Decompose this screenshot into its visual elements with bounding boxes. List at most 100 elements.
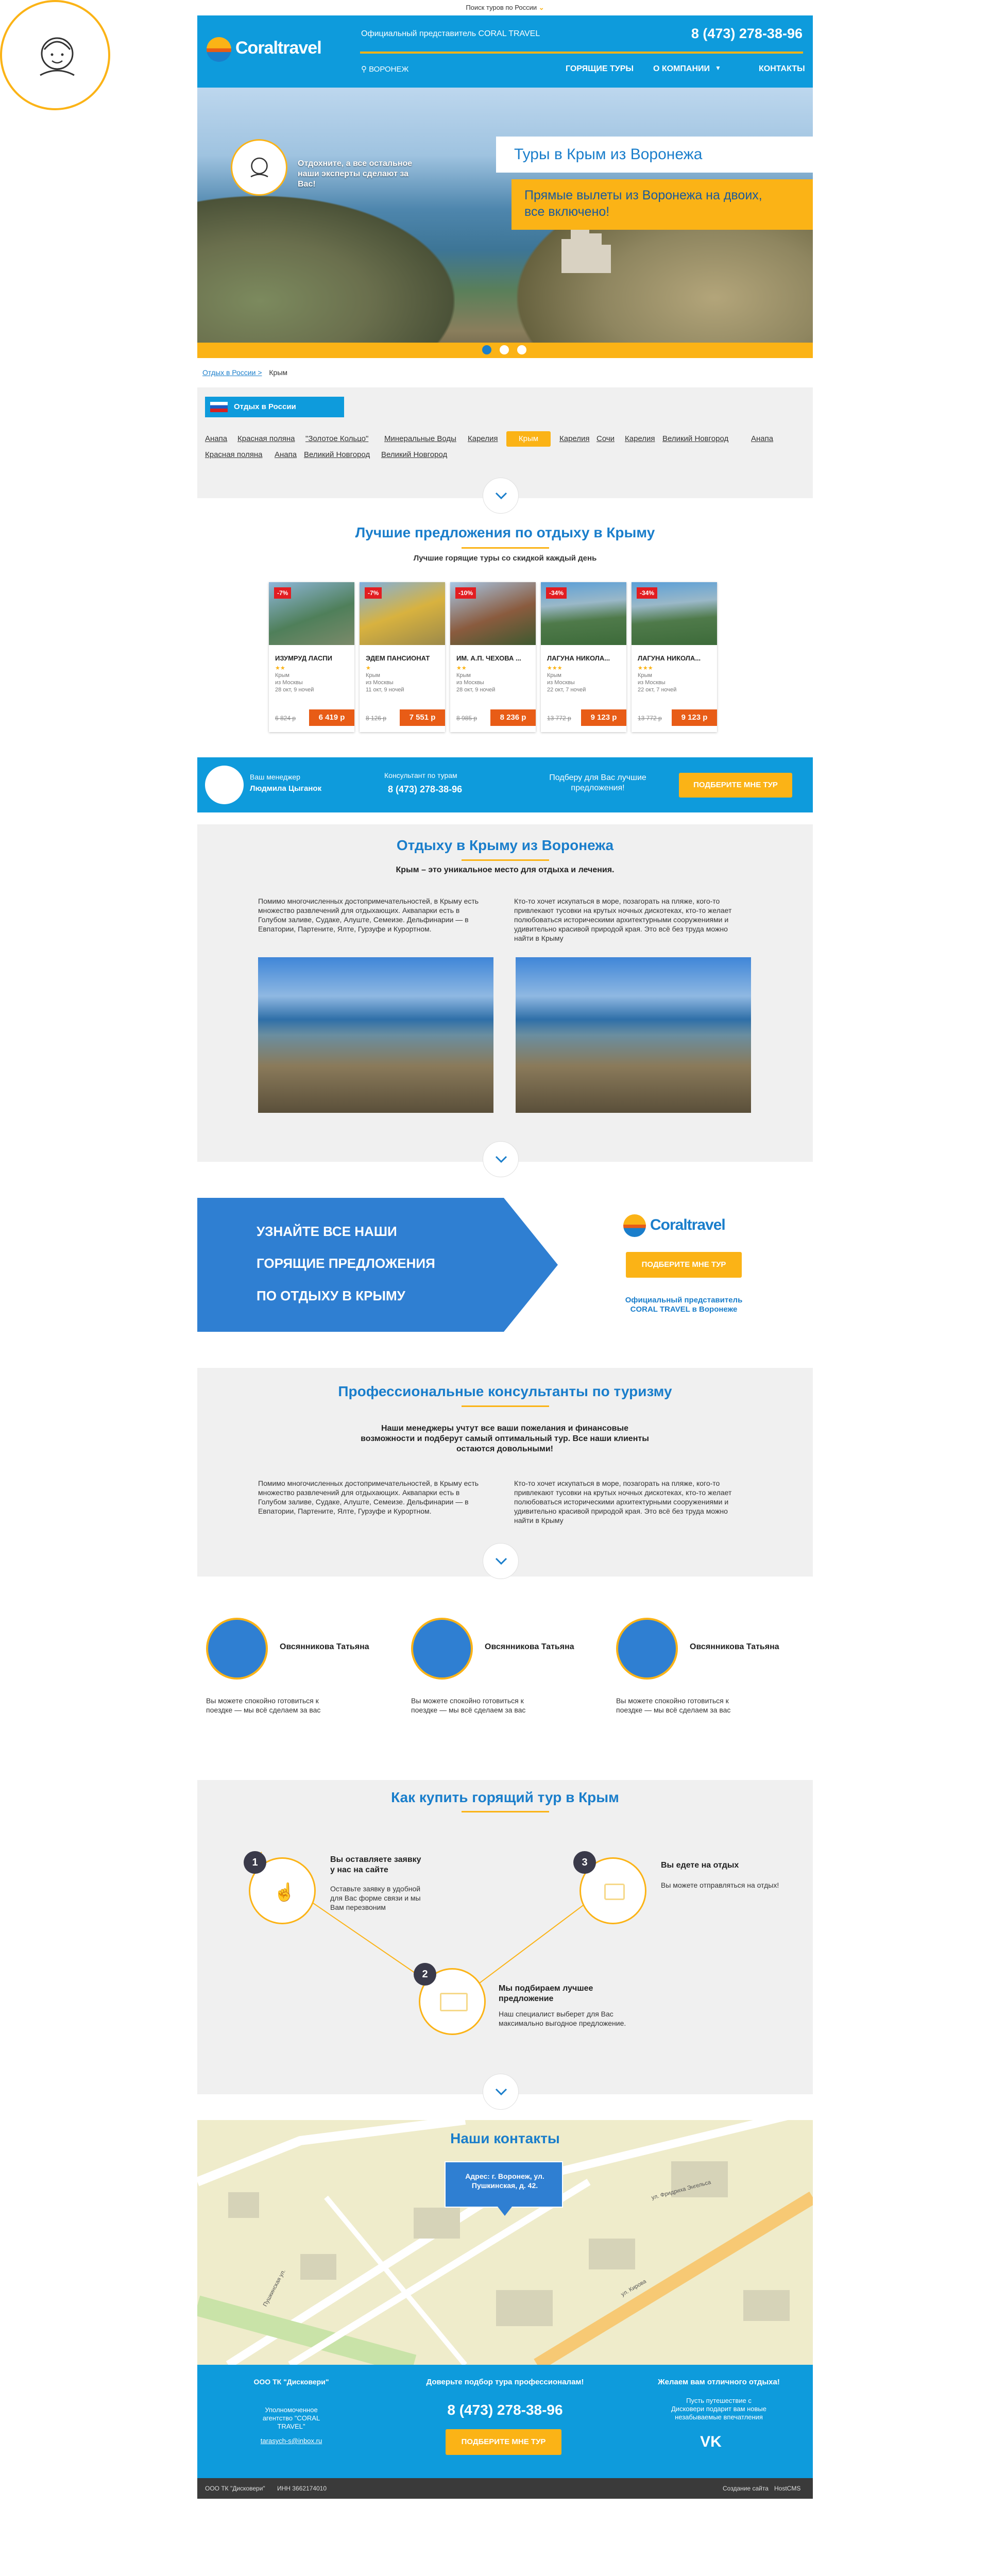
person-name: Овсянникова Татьяна (690, 1642, 779, 1651)
hotel-departure: из Москвы (638, 680, 666, 686)
price-tag[interactable]: 9 123 р (581, 709, 626, 726)
price-tag[interactable]: 6 419 р (309, 709, 354, 726)
footer-wish-text: Пусть путешествие с Дисковери подарит ва… (671, 2397, 767, 2421)
monitor-icon (440, 1993, 468, 2011)
manager-phone[interactable]: 8 (473) 278-38-96 (388, 784, 462, 795)
chevron-down-icon (495, 492, 507, 500)
nav-hot-tours[interactable]: ГОРЯЩИЕ ТУРЫ (566, 64, 634, 74)
footer-agency: Уполномоченное агентство "CORAL TRAVEL" (262, 2406, 320, 2430)
filter-tag[interactable]: Великий Новгород (304, 450, 370, 459)
vk-icon[interactable]: VK (693, 2432, 729, 2452)
hero-title: Туры в Крым из Воронежа (514, 146, 703, 163)
offer-card[interactable]: -34% ЛАГУНА НИКОЛА... ★★★ Крым из Москвы 2… (541, 582, 626, 732)
filter-tag[interactable]: Карелия (559, 434, 590, 443)
hotel-dates: 28 окт, 9 ночей (456, 687, 496, 693)
breadcrumb: Отдых в России > Крым (202, 368, 287, 377)
logo-text: Coraltravel (235, 38, 322, 58)
filter-tag[interactable]: "Золотое Кольцо" (305, 434, 368, 443)
old-price: 13 772 р (547, 715, 571, 722)
discount-badge: -34% (637, 587, 658, 599)
logo-icon (207, 37, 231, 62)
footer-phone[interactable]: 8 (473) 278-38-96 (385, 2402, 625, 2418)
slider-dot-2[interactable] (500, 345, 509, 354)
header-divider (360, 52, 803, 54)
offer-card[interactable]: -7% ИЗУМРУД ЛАСПИ ★★ Крым из Москвы 28 окт… (269, 582, 354, 732)
filter-tag-active[interactable]: Крым (506, 431, 551, 447)
floating-consultant-badge[interactable] (0, 0, 110, 110)
top-search-label: Поиск туров по России (466, 4, 537, 11)
price-tag[interactable]: 9 123 р (672, 709, 717, 726)
offers-title: Лучшие предложения по отдыху в Крыму (355, 524, 655, 540)
promo-logo: Coraltravel (623, 1213, 747, 1239)
old-price: 8 985 р (456, 715, 478, 722)
about-text-left: Помимо многочисленных достопримечательно… (258, 897, 479, 933)
header-phone[interactable]: 8 (473) 278-38-96 (691, 26, 803, 42)
hotel-region: Крым (456, 672, 471, 679)
manager-avatar (205, 766, 244, 804)
breadcrumb-home[interactable]: Отдых в России > (202, 368, 262, 377)
price-tag[interactable]: 8 236 р (490, 709, 536, 726)
manager-label: Ваш менеджер (250, 773, 300, 781)
promo-line-1: УЗНАЙТЕ ВСЕ НАШИ (257, 1224, 397, 1239)
hero-consult-badge[interactable] (231, 139, 287, 196)
pick-tour-button[interactable]: ПОДБЕРИТЕ МНЕ ТУР (679, 773, 792, 798)
about-text-right: Кто-то хочет искупаться в море, позагора… (514, 897, 732, 942)
hotel-region: Крым (638, 672, 652, 679)
filter-tag[interactable]: Красная поляна (205, 450, 262, 459)
footer-email[interactable]: tarasych-s@inbox.ru (197, 2437, 385, 2445)
old-price: 8 126 р (366, 715, 387, 722)
filter-tag[interactable]: Сочи (596, 434, 615, 443)
filter-tag[interactable]: Анапа (751, 434, 773, 443)
offer-card[interactable]: -7% ЭДЕМ ПАНСИОНАТ ★ Крым из Москвы 11 окт… (360, 582, 445, 732)
filter-tag[interactable]: Карелия (625, 434, 655, 443)
official-rep: Официальный представитель CORAL TRAVEL (361, 29, 540, 38)
nav-contacts[interactable]: КОНТАКТЫ (759, 64, 805, 74)
filter-tag[interactable]: Великий Новгород (662, 434, 728, 443)
site-header: Coraltravel Официальный представитель CO… (197, 15, 813, 88)
about-subtitle: Крым – это уникальное место для отдыха и… (396, 866, 615, 874)
footer-pick-tour-button[interactable]: ПОДБЕРИТЕ МНЕ ТУР (446, 2429, 561, 2455)
hotel-departure: из Москвы (547, 680, 575, 686)
address-text: Адрес: г. Воронеж, ул. Пушкинская, д. 42… (465, 2172, 544, 2190)
offer-card[interactable]: -34% ЛАГУНА НИКОЛА... ★★★ Крым из Москвы 2… (632, 582, 717, 732)
slider-dot-3[interactable] (517, 345, 526, 354)
address-box[interactable]: Адрес: г. Воронеж, ул. Пушкинская, д. 42… (445, 2161, 563, 2208)
map[interactable]: Пушкинская ул. ул. Кирова ул. Фридриха Э… (197, 2120, 813, 2365)
hero-title-box: Туры в Крым из Воронежа (496, 137, 813, 173)
nav-about[interactable]: О КОМПАНИИ (653, 64, 710, 74)
offer-card[interactable]: -10% ИМ. А.П. ЧЕХОВА ... ★★ Крым из Москв… (450, 582, 536, 732)
city-selector[interactable]: ⚲ ВОРОНЕЖ (361, 64, 408, 74)
hotel-dates: 11 окт, 9 ночей (366, 687, 404, 693)
filters-title-bar: Отдых в России (205, 397, 344, 417)
hotel-departure: из Москвы (456, 680, 484, 686)
filter-tag[interactable]: Великий Новгород (381, 450, 447, 459)
old-price: 13 772 р (638, 715, 662, 722)
scroll-down-button[interactable] (483, 1543, 519, 1579)
top-search-bar[interactable]: Поиск туров по России ⌄ (197, 0, 813, 15)
footer-trust: Доверьте подбор тура профессионалам! (426, 2378, 584, 2386)
promo-line-2: ГОРЯЩИЕ ПРЕДЛОЖЕНИЯ (257, 1256, 435, 1271)
logo[interactable]: Coraltravel (207, 35, 322, 66)
filter-tag[interactable]: Минеральные Воды (384, 434, 456, 443)
discount-badge: -7% (274, 587, 292, 599)
chevron-down-icon: ⌄ (538, 4, 544, 11)
promo-pick-tour-button[interactable]: ПОДБЕРИТЕ МНЕ ТУР (626, 1252, 742, 1278)
person-text: Вы можете спокойно готовиться к поездке … (616, 1697, 731, 1714)
consultant-person: Овсянникова Татьяна Вы можете спокойно г… (616, 1618, 786, 1721)
slider-dot-1[interactable] (482, 345, 491, 354)
hotel-stars: ★★ (275, 665, 285, 671)
scroll-down-button[interactable] (483, 478, 519, 514)
filter-tag[interactable]: Красная поляна (237, 434, 295, 443)
bottom-made[interactable]: Создание сайта (723, 2485, 769, 2492)
filter-tag[interactable]: Карелия (468, 434, 498, 443)
price-tag[interactable]: 7 551 р (400, 709, 445, 726)
filter-tag[interactable]: Анапа (275, 450, 297, 459)
bottom-cms[interactable]: HostCMS (774, 2485, 800, 2492)
location-pin-icon: ⚲ (361, 65, 369, 74)
scroll-down-button[interactable] (483, 2074, 519, 2110)
scroll-down-button[interactable] (483, 1141, 519, 1177)
filter-tag[interactable]: Анапа (205, 434, 227, 443)
hotel-stars: ★★★ (547, 665, 562, 671)
person-text: Вы можете спокойно готовиться к поездке … (206, 1697, 321, 1714)
contacts-title: Наши контакты (450, 2130, 560, 2146)
